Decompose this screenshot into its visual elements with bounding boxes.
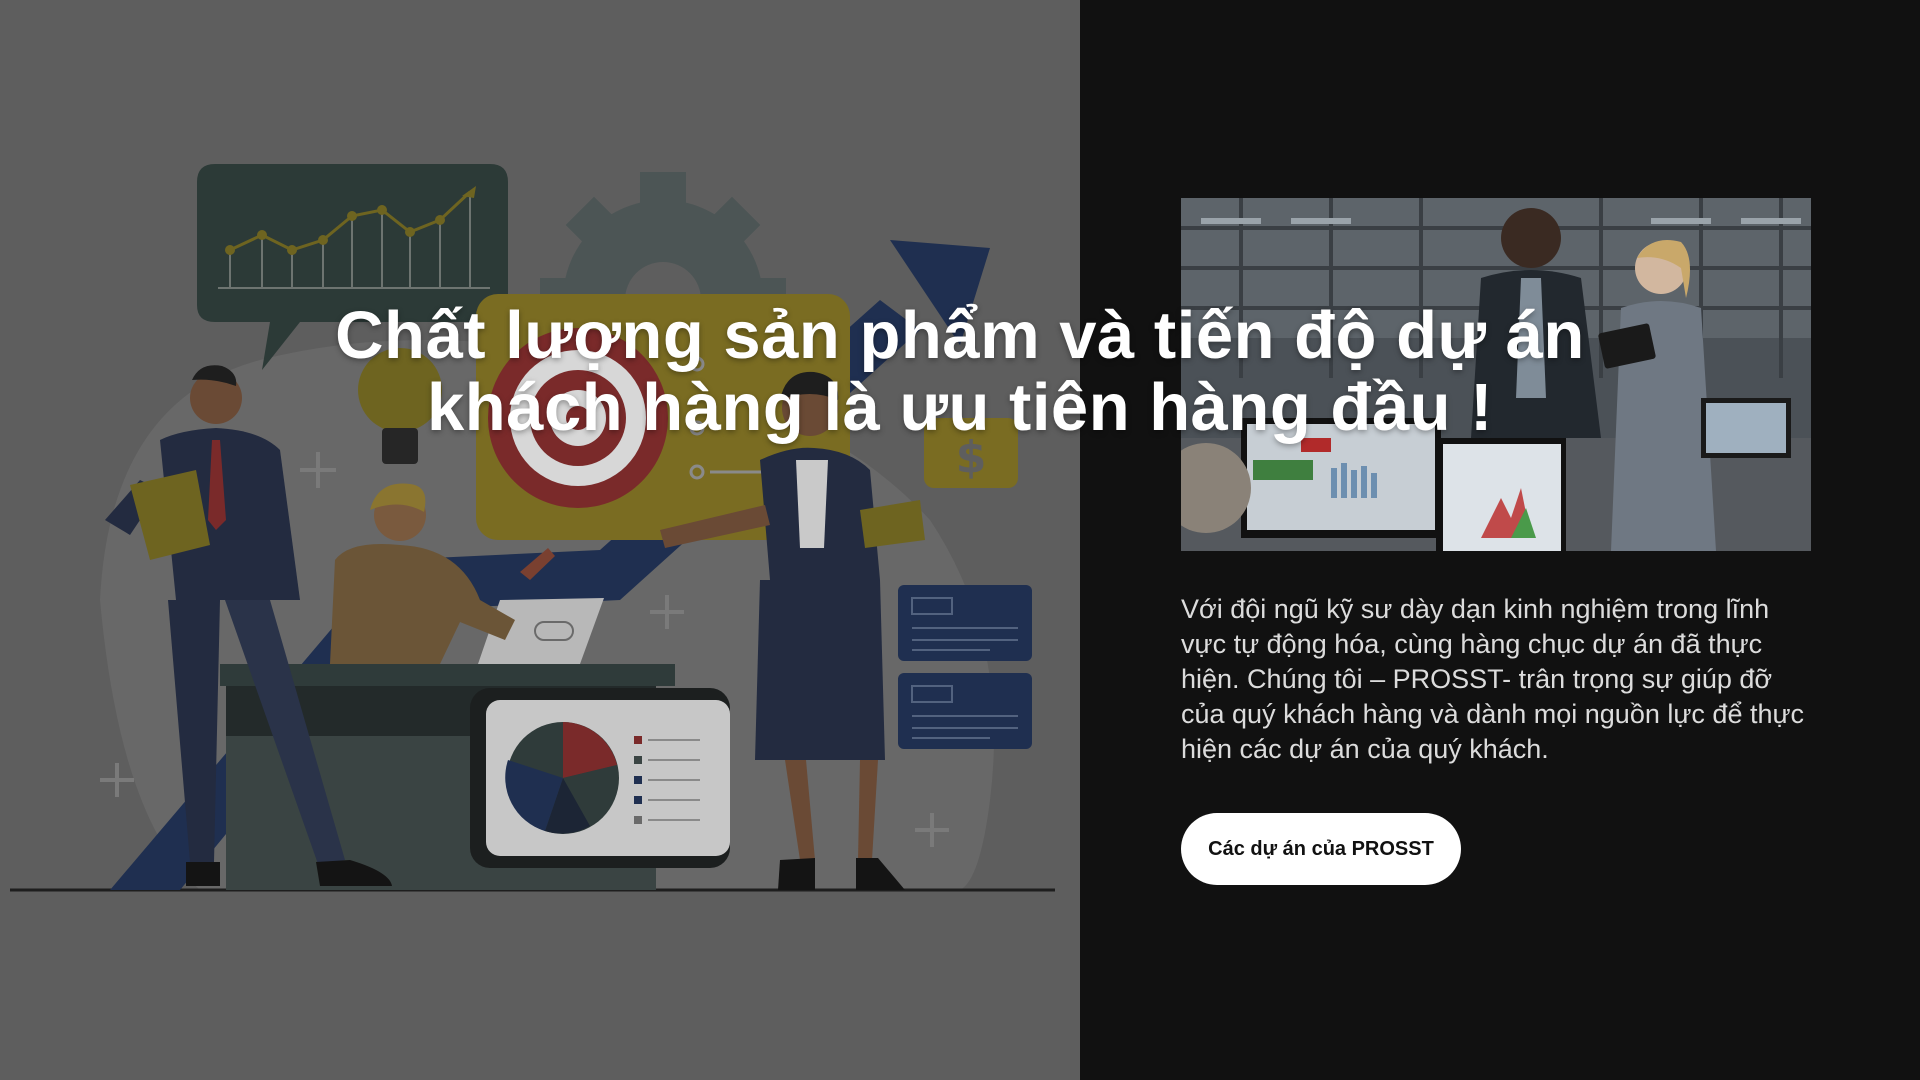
- business-team-illustration: $: [10, 164, 1055, 892]
- headline-line-2: khách hàng là ưu tiên hàng đầu !: [427, 370, 1493, 445]
- headline-line-1: Chất lượng sản phẩm và tiến độ dự án: [335, 298, 1585, 373]
- intro-paragraph: Với đội ngũ kỹ sư dày dạn kinh nghiệm tr…: [1181, 594, 1805, 764]
- pie-chart-card: [486, 700, 730, 856]
- projects-button[interactable]: Các dự án của PROSST: [1181, 813, 1461, 885]
- monitor-right: [1436, 438, 1566, 551]
- illustration-panel: $: [0, 0, 1080, 1080]
- page-headline: Chất lượng sản phẩm và tiến độ dự án khá…: [280, 300, 1640, 444]
- monitor-back: [1701, 398, 1791, 458]
